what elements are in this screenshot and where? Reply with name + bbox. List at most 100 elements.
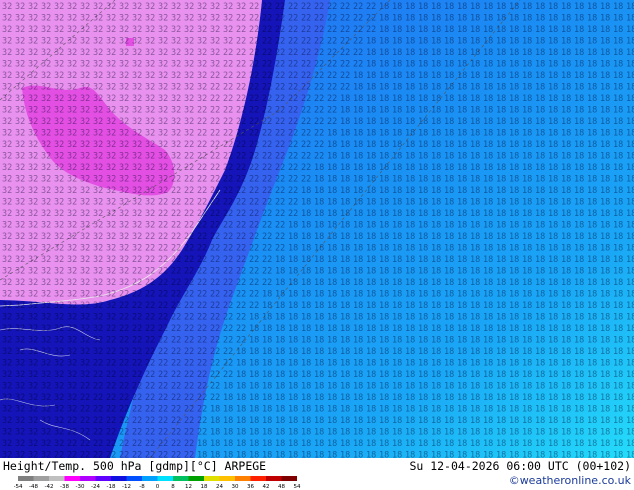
temperature-label: 32 [67,244,77,254]
temperature-label: 18 [561,405,571,415]
temperature-label: 18 [457,198,467,208]
temperature-label: 32 [67,370,77,380]
temperature-label: 18 [366,117,376,127]
temperature-label: 18 [379,25,389,35]
temperature-label: 32 [80,14,90,24]
temperature-label: 18 [249,428,259,438]
temperature-label: 18 [509,117,519,127]
temperature-label: 18 [366,451,376,459]
temperature-label: 18 [535,60,545,70]
temperature-label: 32 [15,370,25,380]
temperature-label: 18 [431,301,441,311]
temperature-label: 32 [80,117,90,127]
temperature-label: 22 [184,140,194,150]
temperature-label: 22 [145,347,155,357]
temperature-label: 18 [509,186,519,196]
temperature-label: 32 [80,232,90,242]
temperature-label: 32 [80,48,90,58]
temperature-label: 18 [236,439,246,449]
temperature-label: 18 [327,382,337,392]
temperature-label: 22 [262,106,272,116]
temperature-label: 18 [314,370,324,380]
temperature-label: 32 [54,94,64,104]
temperature-label: 18 [626,451,634,459]
temperature-label: 22 [249,163,259,173]
temperature-label: 18 [366,416,376,426]
temperature-label: 22 [145,324,155,334]
temperature-label: 32 [2,25,12,35]
temperature-label: 18 [444,106,454,116]
temperature-label: 18 [418,152,428,162]
temperature-label: 32 [93,152,103,162]
temperature-label: 22 [158,278,168,288]
temperature-label: 18 [418,209,428,219]
temperature-label: 22 [197,175,207,185]
temperature-label: 18 [483,48,493,58]
temperature-label: 22 [210,152,220,162]
temperature-label: 22 [132,370,142,380]
temperature-label: 22 [80,393,90,403]
temperature-label: 32 [106,71,116,81]
temperature-label: 22 [249,60,259,70]
temperature-label: 32 [2,278,12,288]
temperature-label: 18 [392,244,402,254]
temperature-label: 32 [80,37,90,47]
temperature-label: 18 [522,175,532,185]
temperature-label: 18 [613,255,623,265]
scale-tick-label: -24 [91,484,100,490]
temperature-label: 18 [340,221,350,231]
temperature-label: 22 [210,324,220,334]
temperature-label: 18 [431,117,441,127]
temperature-label: 18 [405,278,415,288]
temperature-label: 18 [600,198,610,208]
temperature-label: 22 [197,324,207,334]
temperature-label: 18 [522,359,532,369]
temperature-label: 32 [197,25,207,35]
site-credit[interactable]: ©weatheronline.co.uk [509,474,631,487]
temperature-label: 32 [28,267,38,277]
temperature-label: 32 [106,48,116,58]
temperature-label: 32 [223,14,233,24]
temperature-label: 18 [535,267,545,277]
temperature-label: 32 [171,48,181,58]
temperature-label: 18 [470,232,480,242]
temperature-label: 32 [80,60,90,70]
temperature-label: 18 [392,359,402,369]
temperature-label: 18 [509,393,519,403]
temperature-label: 18 [431,278,441,288]
temperature-label: 18 [275,278,285,288]
map-canvas: 32 32 32 32 32 32 32 32 32 32 32 32 32 32 32 32 32 32 32 22… [0,0,634,461]
temperature-label: 22 [93,439,103,449]
temperature-label: 18 [548,301,558,311]
temperature-label: 18 [418,313,428,323]
temperature-label: 18 [509,428,519,438]
temperature-label: 18 [574,60,584,70]
temperature-label: 18 [587,451,597,459]
temperature-label: 22 [262,48,272,58]
temperature-label: 18 [509,60,519,70]
temperature-label: 18 [392,428,402,438]
temperature-label: 32 [54,359,64,369]
temperature-label: 32 [28,405,38,415]
temperature-label: 32 [28,2,38,12]
temperature-label: 18 [301,209,311,219]
valid-time: Su 12-04-2026 06:00 UTC (00+102) [409,459,631,473]
temperature-label: 18 [431,359,441,369]
scale-swatch [173,476,189,481]
temperature-label: 18 [418,83,428,93]
temperature-label: 22 [327,14,337,24]
temperature-label: 22 [223,48,233,58]
temperature-label: 18 [457,2,467,12]
temperature-label: 18 [262,393,272,403]
temperature-label: 18 [587,255,597,265]
temperature-label: 22 [184,221,194,231]
temperature-label: 32 [67,324,77,334]
temperature-label: 32 [106,83,116,93]
temperature-label: 18 [314,232,324,242]
scale-swatch [111,476,127,481]
temperature-label: 32 [119,94,129,104]
temperature-label: 32 [54,267,64,277]
temperature-label: 22 [119,336,129,346]
temperature-label: 18 [470,48,480,58]
temperature-label: 18 [444,94,454,104]
